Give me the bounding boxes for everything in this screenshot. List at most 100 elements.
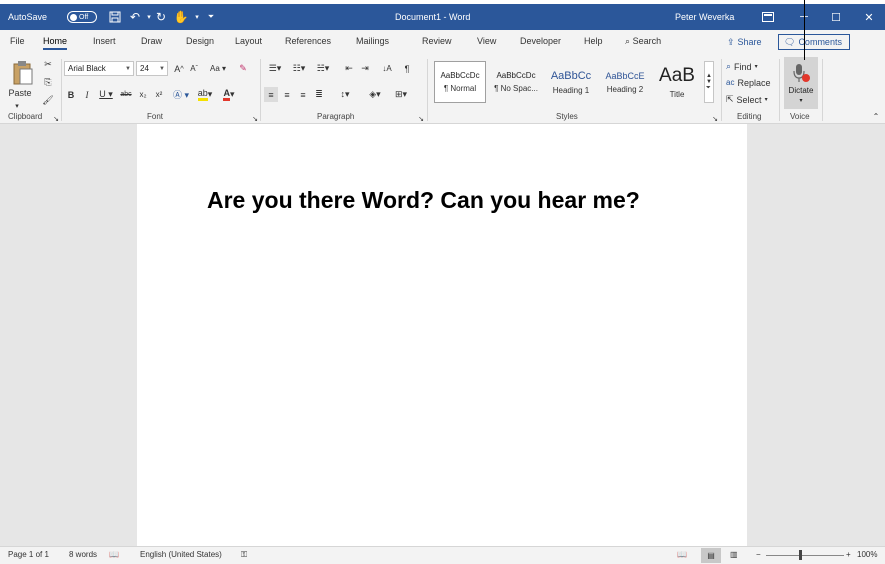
tab-layout[interactable]: Layout xyxy=(235,36,262,46)
change-case-icon[interactable]: Aa ▾ xyxy=(206,61,230,76)
customize-toolbar-icon[interactable]: ⏷ xyxy=(202,4,220,30)
tab-mailings[interactable]: Mailings xyxy=(356,36,389,46)
line-spacing-icon[interactable]: ↕▾ xyxy=(334,87,356,102)
underline-icon[interactable]: U ▾ xyxy=(96,87,116,102)
zoom-out-icon[interactable]: − xyxy=(756,550,761,559)
multilevel-list-icon[interactable]: ☵▾ xyxy=(312,61,334,76)
align-center-icon[interactable]: ≡ xyxy=(280,87,294,102)
numbering-icon[interactable]: ☷▾ xyxy=(288,61,310,76)
maximize-icon[interactable]: ☐ xyxy=(820,4,852,30)
zoom-slider-handle[interactable] xyxy=(799,550,802,560)
bold-icon[interactable]: B xyxy=(64,87,78,102)
proofing-icon[interactable]: 📖 xyxy=(109,550,119,559)
zoom-in-icon[interactable]: + xyxy=(846,550,851,559)
shrink-font-icon[interactable]: Aˇ xyxy=(187,61,201,76)
copy-icon[interactable]: ⎘ xyxy=(40,75,56,90)
style-title[interactable]: AaB Title xyxy=(654,61,700,103)
read-mode-icon[interactable]: 📖 xyxy=(677,550,687,559)
tab-draw[interactable]: Draw xyxy=(141,36,162,46)
tab-file[interactable]: File xyxy=(10,36,25,46)
group-label-clipboard: Clipboard xyxy=(8,112,43,121)
replace-button[interactable]: ac Replace xyxy=(726,75,778,90)
bullets-icon[interactable]: ☰▾ xyxy=(264,61,286,76)
share-button[interactable]: ⇪ Share xyxy=(722,34,772,50)
share-icon: ⇪ xyxy=(727,36,735,47)
style-no-spacing[interactable]: AaBbCcDc ¶ No Spac... xyxy=(489,61,543,103)
strikethrough-icon[interactable]: abc xyxy=(118,87,134,102)
decrease-indent-icon[interactable]: ⇤ xyxy=(342,61,356,76)
accessibility-icon[interactable]: ⚿ xyxy=(241,550,247,560)
replace-label: Replace xyxy=(737,77,771,88)
tab-help[interactable]: Help xyxy=(584,36,603,46)
search-box[interactable]: ⌕ Search xyxy=(625,36,661,47)
increase-indent-icon[interactable]: ⇥ xyxy=(358,61,372,76)
shading-icon[interactable]: ◈▾ xyxy=(364,87,386,102)
superscript-icon[interactable]: x² xyxy=(152,87,166,102)
group-label-font: Font xyxy=(147,112,164,121)
clear-formatting-icon[interactable]: ✎ xyxy=(236,61,250,76)
style-heading-1[interactable]: AaBbCc Heading 1 xyxy=(545,61,597,103)
show-marks-icon[interactable]: ¶ xyxy=(400,61,414,76)
subscript-icon[interactable]: x₂ xyxy=(136,87,150,102)
page-count[interactable]: Page 1 of 1 xyxy=(8,550,49,559)
word-count[interactable]: 8 words xyxy=(69,550,97,559)
style-name: Heading 2 xyxy=(606,84,644,94)
tab-developer[interactable]: Developer xyxy=(520,36,561,46)
style-heading-2[interactable]: AaBbCcE Heading 2 xyxy=(600,61,650,103)
sort-icon[interactable]: ↓A xyxy=(380,61,394,76)
italic-icon[interactable]: I xyxy=(80,87,94,102)
divider xyxy=(61,59,62,121)
styles-gallery-scroll[interactable]: ▲ ▼ ⏷ xyxy=(704,61,714,103)
callout-line xyxy=(804,0,805,60)
find-button[interactable]: ⌕ Find ▾ xyxy=(726,59,776,74)
redo-icon[interactable]: ↻ xyxy=(152,4,170,30)
tab-insert[interactable]: Insert xyxy=(93,36,116,46)
zoom-level[interactable]: 100% xyxy=(857,550,877,559)
document-page[interactable]: Are you there Word? Can you hear me? xyxy=(137,124,747,546)
font-size-combo[interactable]: 24 ▼ xyxy=(136,61,168,76)
ribbon-tabs: File Home Insert Draw Design Layout Refe… xyxy=(0,30,885,55)
divider xyxy=(721,59,722,121)
autosave-toggle[interactable]: Off xyxy=(67,11,97,23)
print-layout-icon[interactable]: ▤ xyxy=(701,548,721,563)
tab-view[interactable]: View xyxy=(477,36,496,46)
paste-icon[interactable] xyxy=(10,59,36,87)
font-color-icon[interactable]: A ▾ xyxy=(218,87,240,102)
style-sample: AaBbCcDc xyxy=(496,71,536,80)
cut-icon[interactable]: ✂ xyxy=(40,57,56,72)
cursor-icon: ⇱ xyxy=(726,94,734,104)
paste-dropdown-icon[interactable]: ▾ xyxy=(10,98,24,113)
document-text[interactable]: Are you there Word? Can you hear me? xyxy=(207,182,677,219)
zoom-slider[interactable] xyxy=(766,555,844,556)
user-name[interactable]: Peter Weverka xyxy=(675,4,734,30)
highlight-color-icon[interactable]: ab ▾ xyxy=(194,87,216,102)
group-label-voice: Voice xyxy=(790,112,810,121)
borders-icon[interactable]: ⊞▾ xyxy=(390,87,412,102)
tab-references[interactable]: References xyxy=(285,36,331,46)
text-effects-icon[interactable]: Ⓐ ▾ xyxy=(170,87,192,102)
comments-button[interactable]: 🗨 Comments xyxy=(778,34,850,50)
select-button[interactable]: ⇱ Select ▾ xyxy=(726,92,778,107)
format-painter-icon[interactable]: 🖌 xyxy=(40,93,56,108)
comment-icon: 🗨 xyxy=(784,36,796,47)
collapse-ribbon-icon[interactable]: ⌃ xyxy=(870,109,882,124)
ribbon-display-options-icon[interactable] xyxy=(752,4,784,30)
align-right-icon[interactable]: ≡ xyxy=(296,87,310,102)
style-name: ¶ Normal xyxy=(443,84,477,93)
save-icon[interactable] xyxy=(106,4,124,30)
autosave-state: Off xyxy=(79,13,89,21)
chevron-down-icon: ▼ xyxy=(159,65,165,72)
style-normal[interactable]: AaBbCcDc ¶ Normal xyxy=(434,61,486,103)
justify-icon[interactable]: ≣ xyxy=(312,87,326,102)
grow-font-icon[interactable]: A ^ xyxy=(172,61,186,76)
close-icon[interactable]: ✕ xyxy=(853,4,885,30)
group-label-paragraph: Paragraph xyxy=(317,112,355,121)
language[interactable]: English (United States) xyxy=(140,550,222,559)
tab-design[interactable]: Design xyxy=(186,36,214,46)
dictate-button[interactable]: Dictate ▾ xyxy=(784,57,818,109)
tab-home[interactable]: Home xyxy=(43,36,68,50)
web-layout-icon[interactable]: ▥ xyxy=(730,550,738,559)
tab-review[interactable]: Review xyxy=(422,36,452,46)
align-left-icon[interactable]: ≡ xyxy=(264,87,278,102)
font-name-combo[interactable]: Arial Black ▼ xyxy=(64,61,134,76)
